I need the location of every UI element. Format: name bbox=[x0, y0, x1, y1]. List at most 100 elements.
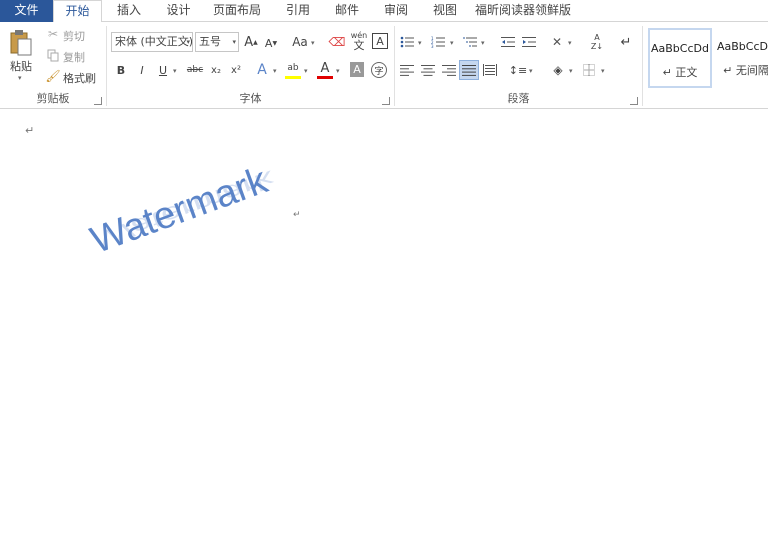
chevron-down-icon[interactable]: ▾ bbox=[569, 67, 573, 75]
font-size-combo[interactable]: 五号 ▾ bbox=[195, 32, 239, 52]
superscript-button[interactable]: x² bbox=[228, 62, 244, 78]
distributed-icon[interactable] bbox=[482, 62, 498, 78]
chevron-down-icon[interactable]: ▾ bbox=[450, 39, 454, 47]
align-center-icon[interactable] bbox=[420, 62, 436, 78]
show-paragraph-marks-icon[interactable]: ↵ bbox=[619, 34, 633, 50]
clipboard-launcher-icon[interactable] bbox=[94, 97, 102, 105]
tab-mailings[interactable]: 邮件 bbox=[323, 0, 371, 22]
font-color-bar bbox=[317, 76, 333, 79]
style-no-spacing-name: ↵ 无间隔 bbox=[723, 64, 768, 77]
character-shading-icon: A bbox=[353, 63, 361, 76]
font-group: 宋体 (中文正文) ▾ 五号 ▾ A ▲ A ▼ Aa ▾ ⌫ wén 文 A B … bbox=[107, 22, 394, 109]
style-normal-name: ↵ 正文 bbox=[662, 66, 698, 79]
group-divider bbox=[642, 26, 643, 106]
chevron-down-icon[interactable]: ▾ bbox=[601, 67, 605, 75]
chevron-down-icon[interactable]: ▾ bbox=[481, 39, 485, 47]
paste-dropdown-icon[interactable]: ▾ bbox=[18, 74, 22, 82]
bold-icon: B bbox=[116, 63, 126, 77]
strikethrough-icon: abc bbox=[186, 65, 204, 75]
subscript-button[interactable]: x₂ bbox=[208, 62, 224, 78]
align-right-icon[interactable] bbox=[441, 62, 457, 78]
highlighter-icon: ab bbox=[287, 63, 299, 73]
paste-label[interactable]: 粘贴 bbox=[10, 58, 32, 74]
decrease-indent-icon[interactable] bbox=[500, 34, 516, 50]
document-canvas[interactable]: ↵ Watermark Watermark ↵ bbox=[0, 110, 768, 538]
copy-icon bbox=[46, 48, 60, 62]
subscript-icon: x₂ bbox=[211, 64, 221, 76]
grow-font-button[interactable]: A ▲ bbox=[244, 34, 258, 50]
character-shading-button[interactable]: A bbox=[350, 62, 364, 77]
enclose-characters-button[interactable]: 字 bbox=[371, 62, 387, 78]
chevron-down-icon[interactable]: ▾ bbox=[173, 67, 177, 75]
text-effect-icon: A bbox=[257, 62, 267, 78]
tab-review[interactable]: 审阅 bbox=[371, 0, 421, 22]
change-case-button[interactable]: Aa bbox=[289, 34, 311, 50]
bold-button[interactable]: B bbox=[113, 62, 129, 78]
phonetic-guide-button[interactable]: wén 文 bbox=[350, 30, 368, 52]
tab-foxit[interactable]: 福昕阅读器领鲜版 bbox=[469, 0, 577, 22]
numbering-icon[interactable]: 123 bbox=[430, 34, 446, 50]
chevron-down-icon[interactable]: ▾ bbox=[529, 67, 533, 75]
tab-home[interactable]: 开始 bbox=[53, 0, 102, 23]
ribbon-tab-bar: 文件 开始 插入 设计 页面布局 引用 邮件 审阅 视图 福昕阅读器领鲜版 bbox=[0, 0, 768, 23]
watermark-wordart[interactable]: Watermark Watermark ↵ bbox=[85, 160, 310, 330]
align-left-icon[interactable] bbox=[399, 62, 415, 78]
font-color-button[interactable]: A bbox=[317, 60, 333, 76]
chinese-layout-icon[interactable]: ✕ bbox=[548, 33, 566, 51]
font-size-value: 五号 bbox=[199, 35, 221, 48]
style-normal[interactable]: AaBbCcDd ↵ 正文 bbox=[648, 28, 712, 88]
line-spacing-icon[interactable]: ↕≡ bbox=[509, 62, 527, 78]
paragraph-launcher-icon[interactable] bbox=[630, 97, 638, 105]
tab-references[interactable]: 引用 bbox=[273, 0, 323, 22]
font-launcher-icon[interactable] bbox=[382, 97, 390, 105]
paste-icon[interactable] bbox=[8, 28, 34, 58]
watermark-paragraph-mark: ↵ bbox=[293, 210, 301, 220]
font-name-value: 宋体 (中文正文) bbox=[115, 35, 193, 48]
tab-design[interactable]: 设计 bbox=[156, 0, 201, 22]
tab-insert[interactable]: 插入 bbox=[102, 0, 156, 22]
chevron-down-icon[interactable]: ▾ bbox=[418, 39, 422, 47]
format-painter-icon: 🖌 bbox=[45, 69, 61, 83]
chevron-down-icon[interactable]: ▾ bbox=[304, 67, 308, 75]
text-effect-button[interactable]: A bbox=[254, 61, 270, 79]
paint-bucket-icon[interactable]: ◈ bbox=[549, 62, 567, 78]
justify-icon[interactable] bbox=[459, 60, 479, 80]
bullets-icon[interactable] bbox=[399, 34, 415, 50]
shrink-font-icon: A bbox=[264, 36, 273, 50]
highlight-color-bar bbox=[285, 76, 301, 79]
font-name-combo[interactable]: 宋体 (中文正文) ▾ bbox=[111, 32, 193, 52]
highlight-button[interactable]: ab bbox=[285, 60, 301, 76]
scissors-icon: ✂ bbox=[47, 27, 59, 41]
multilevel-list-icon[interactable] bbox=[462, 34, 478, 50]
character-border-icon: A bbox=[376, 34, 384, 48]
shrink-font-button[interactable]: A ▼ bbox=[264, 35, 278, 51]
tab-file[interactable]: 文件 bbox=[0, 0, 53, 22]
borders-icon[interactable] bbox=[581, 62, 597, 78]
strikethrough-button[interactable]: abc bbox=[185, 62, 205, 78]
superscript-icon: x² bbox=[231, 64, 241, 76]
italic-button[interactable]: I bbox=[134, 62, 150, 78]
cut-button[interactable]: 剪切 bbox=[63, 28, 85, 44]
chevron-down-icon[interactable]: ▾ bbox=[336, 67, 340, 75]
watermark-text: Watermark bbox=[85, 159, 273, 263]
tab-layout[interactable]: 页面布局 bbox=[201, 0, 273, 22]
style-no-spacing-sample: AaBbCcDd bbox=[717, 40, 768, 53]
character-border-button[interactable]: A bbox=[372, 33, 388, 49]
chevron-down-icon[interactable]: ▾ bbox=[568, 39, 572, 47]
phonetic-guide-char: 文 bbox=[353, 38, 365, 52]
underline-button[interactable]: U bbox=[155, 62, 171, 78]
increase-indent-icon[interactable] bbox=[521, 34, 537, 50]
ribbon: 粘贴 ▾ ✂ 剪切 复制 🖌 格式刷 剪贴板 宋体 (中文正文) ▾ 五号 ▾ … bbox=[0, 22, 768, 109]
tab-view[interactable]: 视图 bbox=[421, 0, 469, 22]
format-painter-button[interactable]: 格式刷 bbox=[63, 70, 96, 86]
clipboard-group: 粘贴 ▾ ✂ 剪切 复制 🖌 格式刷 剪贴板 bbox=[0, 22, 106, 109]
paragraph-group-label: 段落 bbox=[507, 92, 530, 105]
chevron-down-icon: ▾ bbox=[232, 38, 236, 46]
copy-button[interactable]: 复制 bbox=[63, 49, 85, 65]
chevron-down-icon[interactable]: ▾ bbox=[311, 39, 315, 47]
chevron-down-icon[interactable]: ▾ bbox=[273, 67, 277, 75]
style-no-spacing[interactable]: AaBbCcDd ↵ 无间隔 bbox=[716, 28, 768, 88]
font-group-label: 字体 bbox=[239, 92, 262, 105]
clear-format-icon[interactable]: ⌫ bbox=[329, 34, 346, 50]
sort-icon[interactable]: A Z↓ bbox=[589, 32, 605, 52]
